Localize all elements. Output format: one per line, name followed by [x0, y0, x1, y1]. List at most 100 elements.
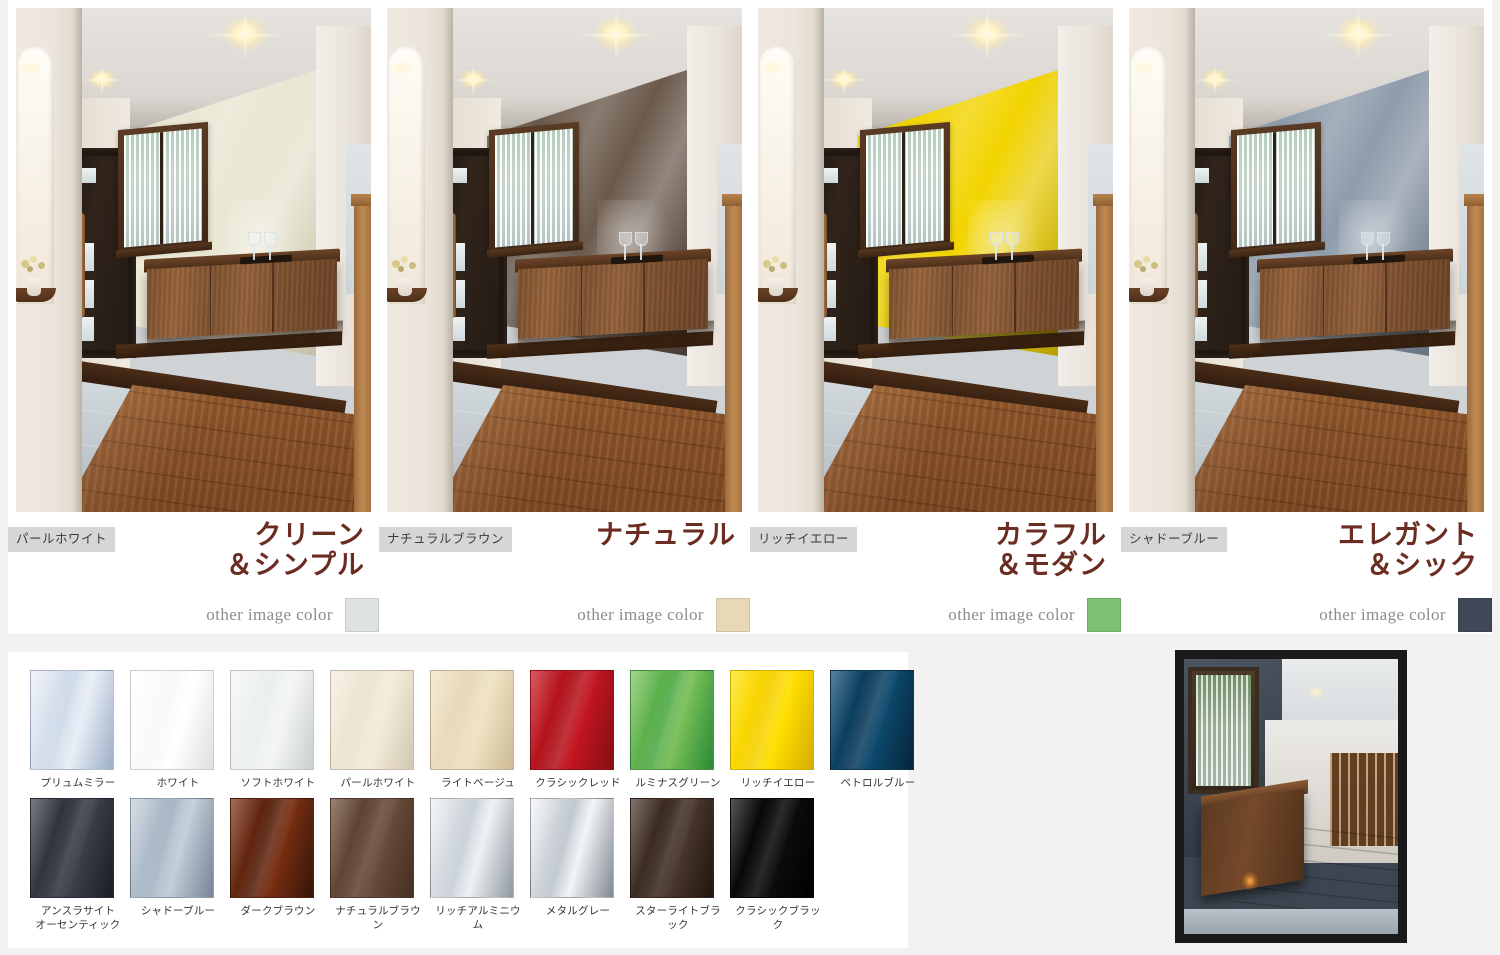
window: [1231, 121, 1321, 255]
other-image-color-label-1: other image color: [206, 605, 333, 624]
floating-cabinet: [518, 258, 708, 340]
swatch-color-chip[interactable]: [430, 798, 514, 898]
swatch-color-chip[interactable]: [530, 798, 614, 898]
swatch-cell[interactable]: ルミナスグリーン: [630, 670, 730, 798]
variation-panel-2[interactable]: ナチュラルブラウン ナチュラル other image color: [379, 0, 750, 634]
swatch-color-chip[interactable]: [730, 798, 814, 898]
swatch-label: リッチアルミニウム: [435, 905, 521, 932]
decor-flowers: [761, 256, 791, 296]
swatch-cell[interactable]: アンスラサイト オーセンティック: [30, 798, 130, 931]
entry-hall-photo-1[interactable]: [16, 8, 371, 512]
window: [489, 121, 579, 255]
swatch-color-chip[interactable]: [430, 670, 514, 770]
downlight-icon: [830, 70, 858, 90]
downlight-icon: [88, 70, 116, 90]
swatch-cell[interactable]: ペトロルブルー: [830, 670, 930, 798]
swatch-label: アンスラサイト オーセンティック: [35, 905, 121, 932]
variation-panel-3[interactable]: リッチイエロー カラフル ＆モダン other image color: [750, 0, 1121, 634]
headline-line-2: ＆モダン: [995, 550, 1107, 581]
hallway-window: [1188, 667, 1259, 794]
swatch-label: スターライトブラック: [635, 905, 721, 932]
swatch-cell[interactable]: ソフトホワイト: [230, 670, 330, 798]
downlight-icon: [1335, 18, 1381, 52]
swatch-color-chip[interactable]: [30, 670, 114, 770]
swatch-cell[interactable]: プリュムミラー: [30, 670, 130, 798]
other-image-color-swatch-1[interactable]: [345, 598, 379, 632]
swatch-color-chip[interactable]: [130, 670, 214, 770]
downlight-icon: [1201, 70, 1229, 90]
swatch-cell[interactable]: ライトベージュ: [430, 670, 530, 798]
variation-panel-4[interactable]: シャドーブルー エレガント ＆シック other image color: [1121, 0, 1492, 634]
floor-light-reflection: [1241, 872, 1258, 890]
swatch-label: ルミナスグリーン: [635, 777, 721, 789]
panel-label-row-4: シャドーブルー エレガント ＆シック: [1121, 520, 1492, 582]
swatch-color-chip[interactable]: [630, 798, 714, 898]
swatch-color-chip[interactable]: [530, 670, 614, 770]
swatch-cell[interactable]: スターライトブラック: [630, 798, 730, 931]
downlight-icon: [964, 18, 1010, 52]
swatch-cell[interactable]: リッチアルミニウム: [430, 798, 530, 931]
color-name-chip-3: リッチイエロー: [750, 527, 857, 552]
swatch-label: ナチュラルブラウン: [335, 905, 421, 932]
swatch-color-chip[interactable]: [130, 798, 214, 898]
swatch-color-chip[interactable]: [730, 670, 814, 770]
other-image-color-swatch-4[interactable]: [1458, 598, 1492, 632]
swatch-cell[interactable]: パールホワイト: [330, 670, 430, 798]
swatch-label: ソフトホワイト: [240, 777, 316, 789]
other-image-color-label-2: other image color: [577, 605, 704, 624]
decor-glassware: [1357, 230, 1399, 260]
entry-hall-photo-2[interactable]: [387, 8, 742, 512]
downlight-icon: [459, 70, 487, 90]
swatch-cell[interactable]: ホワイト: [130, 670, 230, 798]
decor-glassware: [986, 230, 1028, 260]
wood-post: [725, 198, 742, 512]
color-name-chip-2: ナチュラルブラウン: [379, 527, 513, 552]
headline-line-1: クリーン: [254, 520, 365, 550]
swatch-cell[interactable]: クラシックレッド: [530, 670, 630, 798]
swatch-color-chip[interactable]: [230, 670, 314, 770]
panel-headline-1: クリーン ＆シンプル: [115, 520, 379, 580]
color-name-chip-1: パールホワイト: [8, 527, 116, 552]
swatch-color-chip[interactable]: [30, 798, 114, 898]
entry-hall-photo-4[interactable]: [1129, 8, 1484, 512]
other-image-color-row-4: other image color: [1121, 596, 1492, 634]
swatch-cell[interactable]: シャドーブルー: [130, 798, 230, 926]
other-image-color-swatch-3[interactable]: [1087, 598, 1121, 632]
panel-headline-2: ナチュラル: [512, 520, 750, 550]
swatch-cell[interactable]: ダークブラウン: [230, 798, 330, 926]
swatch-label: メタルグレー: [545, 905, 611, 917]
swatch-color-chip[interactable]: [330, 670, 414, 770]
swatch-cell[interactable]: メタルグレー: [530, 798, 630, 926]
panel-label-row-3: リッチイエロー カラフル ＆モダン: [750, 520, 1121, 582]
decor-flowers: [1132, 256, 1162, 296]
hallway-photo-frame[interactable]: [1175, 650, 1407, 943]
decor-flowers: [390, 256, 420, 296]
other-image-color-row-2: other image color: [379, 596, 750, 634]
swatch-cell[interactable]: リッチイエロー: [730, 670, 830, 798]
window: [860, 121, 950, 255]
other-image-color-label-4: other image color: [1319, 605, 1446, 624]
wood-post-cap: [1464, 194, 1484, 206]
wood-post: [1467, 198, 1484, 512]
swatch-label: ダークブラウン: [240, 905, 316, 917]
swatch-cell[interactable]: クラシックブラック: [730, 798, 830, 931]
swatch-color-chip[interactable]: [830, 670, 914, 770]
floating-cabinet: [889, 258, 1079, 340]
variation-panel-1[interactable]: パールホワイト クリーン ＆シンプル other image color: [8, 0, 379, 634]
decor-glassware: [244, 230, 286, 260]
swatch-label: シャドーブルー: [140, 905, 216, 917]
swatch-color-chip[interactable]: [630, 670, 714, 770]
color-variation-gallery: パールホワイト クリーン ＆シンプル other image color ナチュ…: [8, 0, 1492, 634]
entry-hall-photo-3[interactable]: [758, 8, 1113, 512]
other-image-color-row-1: other image color: [8, 596, 379, 634]
swatch-color-chip[interactable]: [330, 798, 414, 898]
other-image-color-swatch-2[interactable]: [716, 598, 750, 632]
headline-line-1: カラフル: [995, 520, 1107, 550]
downlight-icon: [1308, 686, 1325, 698]
headline-line-2: ＆シック: [1366, 550, 1478, 581]
wood-post-cap: [351, 194, 371, 206]
panel-headline-3: カラフル ＆モダン: [857, 520, 1121, 580]
swatch-color-chip[interactable]: [230, 798, 314, 898]
hallway-tile-floor: [1184, 909, 1398, 934]
swatch-cell[interactable]: ナチュラルブラウン: [330, 798, 430, 931]
